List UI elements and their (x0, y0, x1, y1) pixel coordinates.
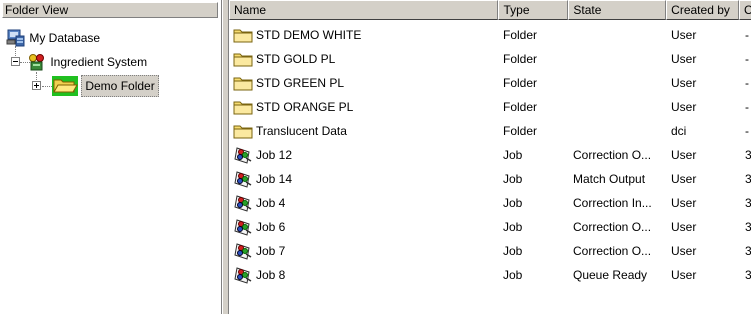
item-extra: - (745, 76, 749, 90)
item-type: Job (503, 172, 523, 186)
collapse-toggle[interactable] (11, 57, 20, 66)
folder-icon (233, 101, 253, 115)
column-header-state[interactable]: State (568, 0, 667, 20)
item-type: Folder (503, 100, 538, 114)
column-header-row: Name Type State Created by C (229, 0, 751, 20)
item-state (573, 47, 665, 71)
item-extra: - (745, 28, 749, 42)
item-type: Job (503, 220, 523, 234)
item-type: Job (503, 244, 523, 258)
column-header-type[interactable]: Type (498, 0, 569, 20)
list-item[interactable]: STD GREEN PL Folder User - (229, 71, 751, 95)
tree-label: My Database (29, 30, 101, 45)
item-extra: 3 (745, 143, 751, 167)
item-name: Job 6 (256, 220, 286, 234)
item-state: Match Output (573, 172, 646, 186)
list-item[interactable]: Translucent Data Folder dci - (229, 119, 751, 143)
item-type: Job (503, 268, 523, 282)
item-extra: 3 (745, 215, 751, 239)
item-type: Folder (503, 28, 538, 42)
ingredient-system-icon (29, 53, 44, 71)
job-icon (234, 243, 252, 260)
item-extra: - (745, 52, 749, 66)
item-created-by: User (671, 172, 697, 186)
open-folder-icon (52, 76, 78, 96)
job-icon (234, 267, 252, 284)
item-state: Correction In... (573, 196, 652, 210)
item-name: STD ORANGE PL (256, 100, 354, 114)
folder-view-header: Folder View (2, 2, 218, 18)
item-extra: 3 (745, 239, 751, 263)
item-created-by: User (671, 148, 697, 162)
item-name: STD GREEN PL (256, 76, 345, 90)
item-created-by: User (671, 244, 697, 258)
item-extra: - (745, 100, 749, 114)
list-item[interactable]: STD ORANGE PL Folder User - (229, 95, 751, 119)
item-name: STD DEMO WHITE (256, 28, 362, 42)
item-state: Correction O... (573, 148, 652, 162)
item-created-by: User (671, 196, 697, 210)
item-type: Folder (503, 124, 538, 138)
folder-icon (233, 125, 253, 139)
item-state: Correction O... (573, 244, 652, 258)
item-created-by: User (671, 268, 697, 282)
tree-label: Ingredient System (50, 54, 148, 69)
item-state (573, 23, 665, 47)
list-item[interactable]: Job 8 Job Queue Ready User 3 (229, 263, 751, 287)
list-item[interactable]: Job 12 Job Correction O... User 3 (229, 143, 751, 167)
item-state (573, 71, 665, 95)
item-state (573, 95, 665, 119)
job-icon (234, 219, 252, 236)
job-icon (234, 195, 252, 212)
list-item[interactable]: STD DEMO WHITE Folder User - (229, 23, 751, 47)
list-view-pane: Name Type State Created by C STD DEMO WH… (228, 0, 751, 314)
item-created-by: User (671, 52, 697, 66)
item-created-by: User (671, 76, 697, 90)
item-name: Job 4 (256, 196, 286, 210)
tree-label-selected: Demo Folder (81, 75, 159, 97)
list-item[interactable]: Job 7 Job Correction O... User 3 (229, 239, 751, 263)
item-created-by: User (671, 220, 697, 234)
item-extra: 3 (745, 191, 751, 215)
tree-node-ingredient-system[interactable]: Ingredient System (27, 51, 147, 71)
item-extra: 3 (745, 167, 751, 191)
app-window: Folder View My Database Ingredient Syste… (0, 0, 751, 314)
item-extra: 3 (745, 263, 751, 287)
list-item[interactable]: Job 4 Job Correction In... User 3 (229, 191, 751, 215)
expand-toggle[interactable] (32, 81, 41, 90)
folder-icon (233, 29, 253, 43)
folder-icon (233, 77, 253, 91)
list-item[interactable]: Job 14 Job Match Output User 3 (229, 167, 751, 191)
column-header-extra[interactable]: C (739, 0, 751, 20)
item-state: Correction O... (573, 220, 652, 234)
item-name: Job 7 (256, 244, 286, 258)
item-type: Folder (503, 52, 538, 66)
item-name: Job 12 (256, 148, 293, 162)
item-name: Job 8 (256, 268, 286, 282)
item-type: Folder (503, 76, 538, 90)
item-created-by: User (671, 100, 697, 114)
database-icon (6, 29, 25, 47)
folder-view-pane: Folder View My Database Ingredient Syste… (0, 0, 222, 314)
job-icon (234, 171, 252, 188)
list-item[interactable]: STD GOLD PL Folder User - (229, 47, 751, 71)
item-name: Job 14 (256, 172, 293, 186)
item-name: Translucent Data (256, 124, 347, 138)
tree-node-demo-folder[interactable]: Demo Folder (52, 75, 159, 97)
folder-icon (233, 53, 253, 67)
item-created-by: User (671, 28, 697, 42)
tree-node-my-database[interactable]: My Database (6, 27, 100, 47)
item-created-by: dci (671, 124, 687, 138)
list-item[interactable]: Job 6 Job Correction O... User 3 (229, 215, 751, 239)
item-state (573, 119, 665, 143)
item-name: STD GOLD PL (256, 52, 336, 66)
column-header-name[interactable]: Name (229, 0, 499, 20)
job-icon (234, 147, 252, 164)
column-header-created-by[interactable]: Created by (666, 0, 740, 20)
item-type: Job (503, 148, 523, 162)
item-type: Job (503, 196, 523, 210)
item-state: Queue Ready (573, 268, 648, 282)
item-extra: - (745, 124, 749, 138)
